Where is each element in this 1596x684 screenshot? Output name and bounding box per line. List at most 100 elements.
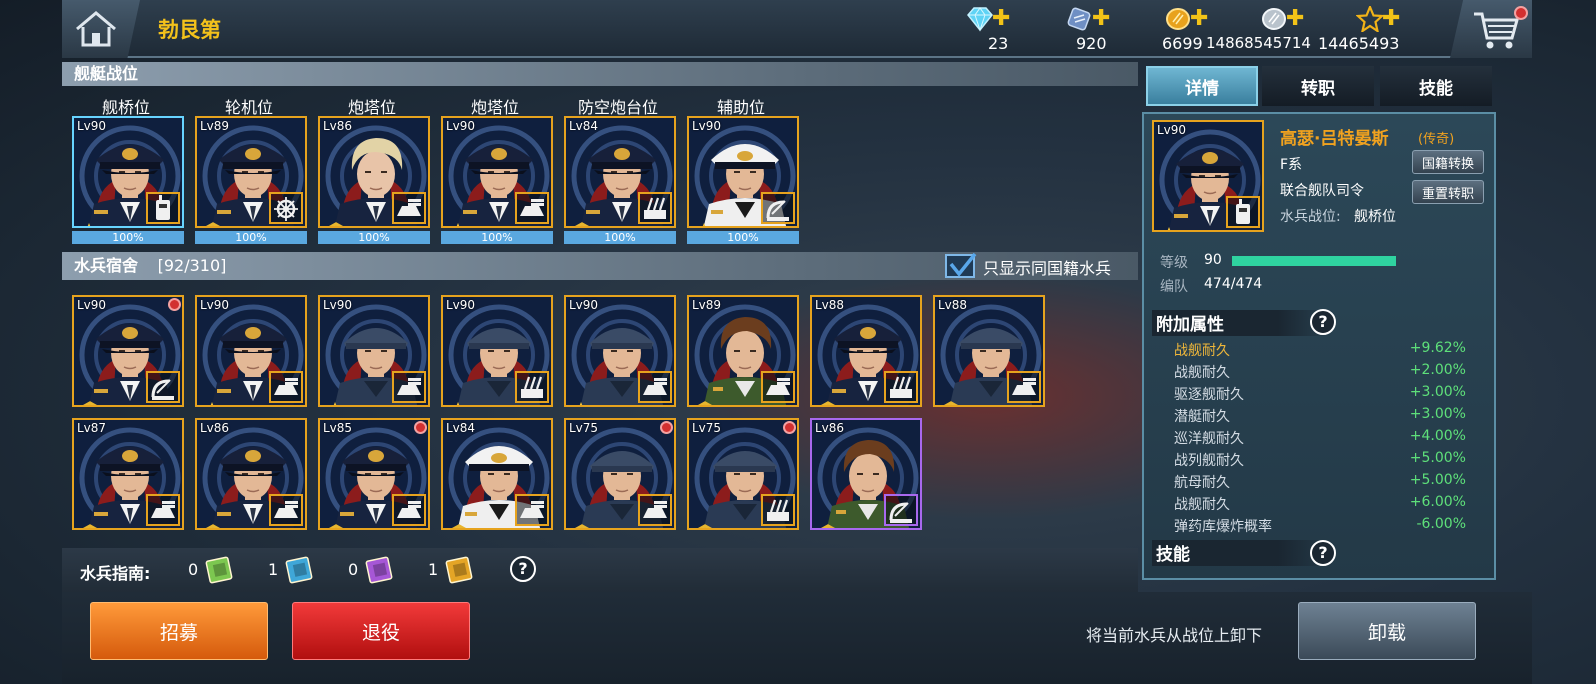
level-badge: Lv90 <box>323 298 353 312</box>
notification-dot <box>783 421 796 434</box>
attribute-row: 战舰耐久 +9.62% <box>1174 340 1466 362</box>
sailor-card[interactable]: Lv75 <box>564 418 676 530</box>
attributes-help-icon[interactable]: ? <box>1310 309 1336 335</box>
recruit-button[interactable]: 招募 <box>90 602 268 660</box>
guide-book-item[interactable]: 1 <box>268 556 338 584</box>
notification-dot <box>1514 6 1528 20</box>
guide-book-item[interactable]: 0 <box>188 556 258 584</box>
attribute-value: +3.00% <box>1409 384 1466 400</box>
turret-role-icon <box>269 494 303 526</box>
position-slot-card[interactable]: Lv90 <box>687 116 799 228</box>
position-slot-label: 舰桥位 <box>101 98 150 117</box>
sailor-card[interactable]: Lv90 <box>195 295 307 407</box>
position-slot-card[interactable]: Lv84 <box>564 116 676 228</box>
turret-role-icon <box>1007 371 1041 403</box>
level-badge: Lv86 <box>815 421 845 435</box>
sailor-card[interactable]: Lv90 <box>441 295 553 407</box>
sailor-card[interactable]: Lv88 <box>933 295 1045 407</box>
filter-label: 只显示同国籍水兵 <box>983 259 1112 278</box>
attribute-name: 战列舰耐久 <box>1174 453 1244 469</box>
sailor-name: 高瑟·吕特晏斯 <box>1280 129 1389 149</box>
level-badge: Lv88 <box>815 298 845 312</box>
sailor-card[interactable]: Lv86 <box>195 418 307 530</box>
sailor-card[interactable]: Lv85 <box>318 418 430 530</box>
guide-book-icon <box>445 556 473 584</box>
top-bar: 勃艮第 ✚ 23 ✚ 920 ✚ 6699 ✚ 14868545714 ✚ 14… <box>62 0 1532 58</box>
team-label: 编队 <box>1160 279 1188 295</box>
turret-role-icon <box>392 192 426 224</box>
level-badge: Lv90 <box>1157 123 1187 137</box>
position-slot-label: 炮塔位 <box>470 98 519 117</box>
wheel-role-icon <box>269 192 303 224</box>
guide-book-icon <box>285 556 313 584</box>
positions-header: 舰艇战位 <box>62 62 1138 86</box>
position-slot-label: 轮机位 <box>224 98 273 117</box>
position-slot-card[interactable]: Lv86 <box>318 116 430 228</box>
filter-checkbox[interactable] <box>945 252 977 278</box>
page-title: 勃艮第 <box>158 18 221 42</box>
retire-button[interactable]: 退役 <box>292 602 470 660</box>
attribute-value: +4.00% <box>1409 428 1466 444</box>
sailor-faction: F系 <box>1280 157 1303 173</box>
slot-progress-bar: 100% <box>564 231 676 244</box>
same-nationality-filter[interactable]: 只显示同国籍水兵 <box>945 252 1135 280</box>
level-badge: Lv90 <box>77 298 107 312</box>
sailor-card[interactable]: Lv75 <box>687 418 799 530</box>
resource-value: 6699 <box>1162 34 1203 53</box>
guide-label: 水兵指南: <box>80 564 151 583</box>
attribute-value: +9.62% <box>1409 340 1466 356</box>
position-slot-card[interactable]: Lv90 <box>72 116 184 228</box>
bottom-bar: 招募 退役 将当前水兵从战位上卸下 卸载 <box>62 592 1532 684</box>
guide-book-count: 1 <box>268 560 279 579</box>
add-ticket-button[interactable]: ✚ <box>1092 6 1110 31</box>
tab-skills[interactable]: 技能 <box>1380 66 1492 106</box>
sailor-card[interactable]: Lv87 <box>72 418 184 530</box>
level-label: 等级 <box>1160 255 1188 271</box>
silver-coin-icon <box>1262 8 1286 30</box>
sailor-card[interactable]: Lv86 <box>810 418 922 530</box>
slot-progress-bar: 100% <box>72 231 184 244</box>
sailor-card[interactable]: Lv84 <box>441 418 553 530</box>
unload-button[interactable]: 卸载 <box>1298 602 1476 660</box>
attribute-name: 战舰耐久 <box>1174 497 1230 513</box>
sailor-card[interactable]: Lv90 <box>318 295 430 407</box>
sailor-card[interactable]: Lv89 <box>687 295 799 407</box>
add-silver-button[interactable]: ✚ <box>1286 6 1304 31</box>
tab-job-change[interactable]: 转职 <box>1262 66 1374 106</box>
reset-job-button[interactable]: 重置转职 <box>1412 180 1484 204</box>
guide-book-count: 0 <box>188 560 199 579</box>
add-gold-button[interactable]: ✚ <box>1190 6 1208 31</box>
nationality-change-button[interactable]: 国籍转换 <box>1412 150 1484 174</box>
attribute-row: 战舰耐久 +6.00% <box>1174 494 1466 516</box>
skills-help-icon[interactable]: ? <box>1310 540 1336 566</box>
home-button[interactable] <box>62 0 140 58</box>
aa-role-icon <box>761 494 795 526</box>
guide-book-item[interactable]: 1 <box>428 556 498 584</box>
guide-book-icon <box>365 556 393 584</box>
level-badge: Lv75 <box>692 421 722 435</box>
level-badge: Lv88 <box>938 298 968 312</box>
tab-details[interactable]: 详情 <box>1146 66 1258 106</box>
attribute-name: 战舰耐久 <box>1174 343 1230 359</box>
add-diamond-button[interactable]: ✚ <box>992 6 1010 31</box>
guide-help-icon[interactable]: ? <box>510 556 536 582</box>
attribute-name: 巡洋舰耐久 <box>1174 431 1244 447</box>
add-star-button[interactable]: ✚ <box>1382 6 1400 31</box>
shop-cart-button[interactable] <box>1450 0 1532 58</box>
guide-book-item[interactable]: 0 <box>348 556 418 584</box>
level-badge: Lv90 <box>77 119 107 133</box>
turret-role-icon <box>761 371 795 403</box>
sailor-card[interactable]: Lv90 <box>72 295 184 407</box>
sailor-card[interactable]: Lv90 <box>564 295 676 407</box>
attribute-value: +5.00% <box>1409 472 1466 488</box>
level-badge: Lv85 <box>323 421 353 435</box>
attribute-row: 战舰耐久 +2.00% <box>1174 362 1466 384</box>
position-slot-card[interactable]: Lv90 <box>441 116 553 228</box>
position-slot-card[interactable]: Lv89 <box>195 116 307 228</box>
resource-value: 23 <box>988 34 1009 53</box>
ticket-icon <box>1067 7 1091 31</box>
attribute-value: +2.00% <box>1409 362 1466 378</box>
level-badge: Lv84 <box>569 119 599 133</box>
sailor-card[interactable]: Lv88 <box>810 295 922 407</box>
radio-role-icon <box>1226 196 1260 228</box>
